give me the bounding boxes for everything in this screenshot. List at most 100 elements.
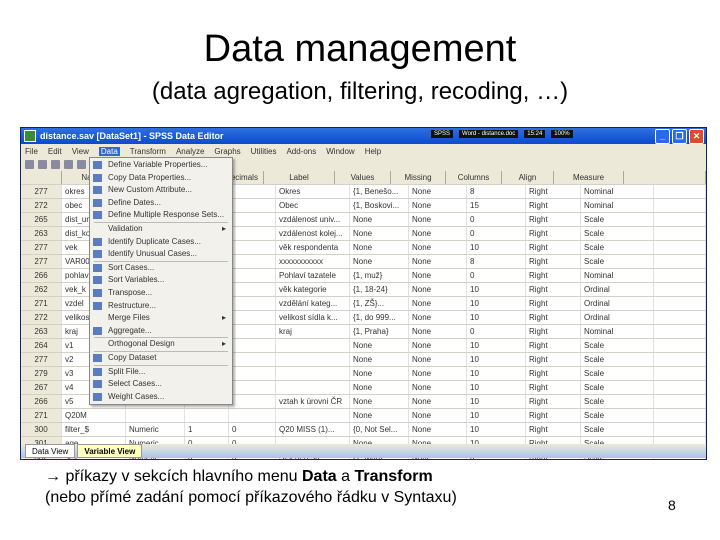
row-number[interactable]: 272 (21, 311, 62, 324)
cell[interactable]: Right (526, 227, 581, 240)
cell[interactable] (276, 339, 350, 352)
cell[interactable]: None (350, 227, 409, 240)
tray-item[interactable]: Word - distance.doc (459, 130, 519, 138)
cell[interactable]: None (350, 353, 409, 366)
cell[interactable]: Right (526, 395, 581, 408)
row-number[interactable]: 263 (21, 227, 62, 240)
menu-help[interactable]: Help (365, 147, 381, 156)
cell[interactable] (276, 381, 350, 394)
menu-data[interactable]: Data (98, 146, 120, 156)
cell[interactable]: Pohlaví tazatele (276, 269, 350, 282)
menu-item[interactable]: Define Variable Properties... (90, 159, 232, 172)
column-header[interactable]: Columns (446, 171, 502, 184)
cell[interactable]: None (409, 423, 467, 436)
cell[interactable] (229, 199, 276, 212)
cell[interactable]: Ordinal (581, 311, 654, 324)
dialog-recall-icon[interactable] (64, 160, 73, 169)
cell[interactable]: Scale (581, 367, 654, 380)
cell[interactable]: Scale (581, 241, 654, 254)
menu-analyze[interactable]: Analyze (176, 147, 204, 156)
cell[interactable]: None (409, 325, 467, 338)
cell[interactable]: None (409, 409, 467, 422)
cell[interactable]: None (409, 241, 467, 254)
cell[interactable] (229, 367, 276, 380)
row-number[interactable]: 272 (21, 199, 62, 212)
cell[interactable] (229, 227, 276, 240)
cell[interactable]: 10 (467, 311, 526, 324)
cell[interactable]: Ordinal (581, 297, 654, 310)
cell[interactable]: 10 (467, 297, 526, 310)
column-header[interactable]: Align (502, 171, 554, 184)
cell[interactable]: None (409, 367, 467, 380)
cell[interactable]: Scale (581, 381, 654, 394)
cell[interactable] (229, 297, 276, 310)
cell[interactable]: věk respondenta (276, 241, 350, 254)
menu-item[interactable]: Sort Variables... (90, 274, 232, 287)
cell[interactable]: Q20M (62, 409, 126, 422)
cell[interactable]: Scale (581, 255, 654, 268)
menu-window[interactable]: Window (326, 147, 354, 156)
menu-item[interactable]: Weight Cases... (90, 391, 232, 404)
menu-item[interactable]: Select Cases... (90, 378, 232, 391)
cell[interactable]: filter_$ (62, 423, 126, 436)
cell[interactable]: Scale (581, 213, 654, 226)
menu-file[interactable]: File (25, 147, 38, 156)
cell[interactable]: Right (526, 213, 581, 226)
menu-item[interactable]: Aggregate... (90, 325, 232, 338)
cell[interactable]: Nominal (581, 325, 654, 338)
column-header[interactable]: Values (335, 171, 391, 184)
column-header[interactable] (21, 171, 62, 184)
cell[interactable]: {1, 18-24} (350, 283, 409, 296)
menu-item[interactable]: Split File... (90, 366, 232, 379)
row-number[interactable]: 300 (21, 423, 62, 436)
cell[interactable]: 10 (467, 409, 526, 422)
row-number[interactable]: 277 (21, 255, 62, 268)
cell[interactable] (229, 395, 276, 408)
cell[interactable]: 10 (467, 339, 526, 352)
cell[interactable] (229, 255, 276, 268)
cell[interactable]: Numeric (126, 423, 185, 436)
cell[interactable]: vzdálenost kolej... (276, 227, 350, 240)
cell[interactable]: Right (526, 311, 581, 324)
cell[interactable]: Scale (581, 395, 654, 408)
cell[interactable]: None (409, 381, 467, 394)
row-number[interactable]: 277 (21, 185, 62, 198)
menu-item[interactable]: Validation ▸ (90, 223, 232, 236)
cell[interactable]: {1, Praha} (350, 325, 409, 338)
cell[interactable]: vzdělání kateg... (276, 297, 350, 310)
cell[interactable]: None (409, 395, 467, 408)
cell[interactable]: Nominal (581, 269, 654, 282)
cell[interactable]: 10 (467, 423, 526, 436)
cell[interactable]: 10 (467, 283, 526, 296)
menu-transform[interactable]: Transform (130, 147, 166, 156)
cell[interactable]: Scale (581, 409, 654, 422)
cell[interactable] (229, 213, 276, 226)
row-number[interactable]: 262 (21, 283, 62, 296)
cell[interactable]: Right (526, 185, 581, 198)
cell[interactable]: None (409, 311, 467, 324)
cell[interactable]: Nominal (581, 199, 654, 212)
cell[interactable] (229, 269, 276, 282)
cell[interactable]: vzdálenost univ... (276, 213, 350, 226)
cell[interactable]: None (350, 241, 409, 254)
row-number[interactable]: 267 (21, 381, 62, 394)
cell[interactable]: 0 (229, 423, 276, 436)
cell[interactable]: None (350, 367, 409, 380)
cell[interactable]: Q20 MISS (1)... (276, 423, 350, 436)
cell[interactable]: Right (526, 423, 581, 436)
row-number[interactable]: 277 (21, 353, 62, 366)
cell[interactable]: Ordinal (581, 283, 654, 296)
cell[interactable]: 10 (467, 381, 526, 394)
cell[interactable]: 10 (467, 395, 526, 408)
menu-item[interactable]: Restructure... (90, 300, 232, 313)
row-number[interactable]: 264 (21, 339, 62, 352)
cell[interactable]: Okres (276, 185, 350, 198)
cell[interactable]: Nominal (581, 185, 654, 198)
cell[interactable] (276, 409, 350, 422)
cell[interactable]: Scale (581, 339, 654, 352)
tray-item[interactable]: SPSS (431, 130, 454, 138)
cell[interactable] (229, 185, 276, 198)
menu-edit[interactable]: Edit (48, 147, 62, 156)
cell[interactable]: {1, do 999... (350, 311, 409, 324)
cell[interactable]: None (350, 255, 409, 268)
